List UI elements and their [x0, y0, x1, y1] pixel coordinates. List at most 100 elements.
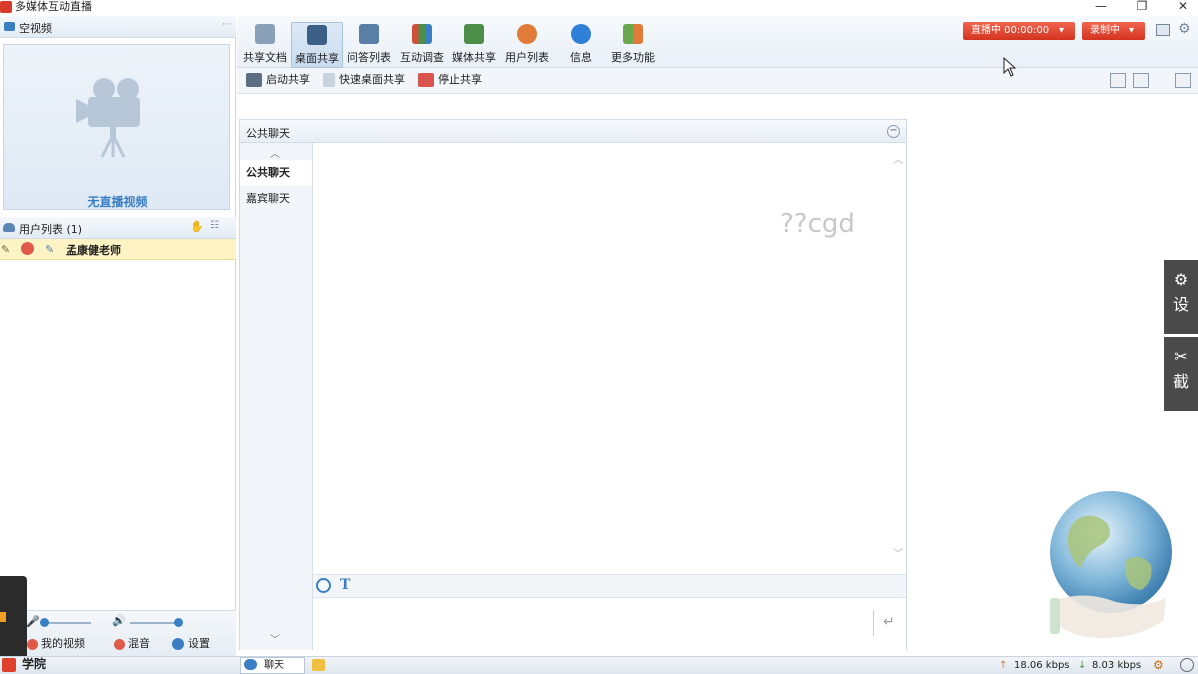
globe-in-hand-icon	[1050, 491, 1172, 639]
layout-icon[interactable]	[1156, 24, 1170, 36]
mic-volume-knob[interactable]	[40, 618, 49, 627]
toolbar-label: 桌面共享	[295, 52, 339, 65]
quick-share-label: 快速桌面共享	[339, 73, 405, 86]
camera-icon	[4, 22, 15, 31]
divider	[873, 610, 874, 636]
users-icon	[517, 24, 537, 44]
speaker-icon: 🔊	[112, 614, 126, 627]
hand-pointer-icon	[323, 73, 335, 87]
text-format-icon[interactable]: T	[340, 577, 350, 593]
overlay-side-tab[interactable]	[0, 576, 27, 662]
toolbar-label: 信息	[570, 51, 592, 64]
mix-label: 混音	[128, 637, 150, 650]
fullscreen-icon[interactable]	[1175, 73, 1191, 88]
qa-list-icon	[359, 24, 379, 44]
my-video-button[interactable]: 我的视频	[27, 635, 85, 651]
upload-speed: 18.06 kbps	[1014, 660, 1070, 671]
chat-format-bar: T	[313, 574, 906, 598]
info-icon	[571, 24, 591, 44]
document-icon	[255, 24, 275, 44]
gear-icon	[172, 638, 184, 650]
close-button[interactable]: ✕	[1168, 0, 1198, 14]
toolbar-label: 共享文档	[243, 51, 287, 64]
toolbar-info[interactable]: 信息	[555, 22, 607, 68]
speaker-volume-knob[interactable]	[174, 618, 183, 627]
toolbar-survey[interactable]: 互动调查	[396, 22, 448, 68]
panel-collapse-icon[interactable]: ⋯	[222, 19, 232, 30]
network-gear-icon[interactable]: ⚙	[1153, 658, 1164, 672]
users-icon	[3, 223, 15, 232]
toolbar-desktop-share[interactable]: 桌面共享	[291, 22, 343, 68]
toolbar-qa-list[interactable]: 问答列表	[343, 22, 395, 68]
record-status-text: 录制中	[1090, 25, 1120, 36]
toolbar-label: 媒体共享	[452, 51, 496, 64]
toolbar-more[interactable]: 更多功能	[607, 22, 659, 68]
chat-header: 公共聊天 −	[240, 120, 906, 143]
toolbar-label: 互动调查	[400, 51, 444, 64]
start-share-button[interactable]: 启动共享	[246, 72, 310, 88]
tab-public-chat[interactable]: 公共聊天	[240, 160, 312, 186]
folder-icon[interactable]	[312, 659, 325, 671]
overlay-arrow-icon	[0, 612, 6, 622]
scroll-down-icon[interactable]: ﹀	[893, 545, 903, 560]
live-status-text: 直播中 00:00:00	[971, 25, 1050, 36]
upload-arrow-icon: ↑	[999, 660, 1008, 671]
toolbar-label: 问答列表	[347, 51, 391, 64]
chevron-down-icon: ▾	[1059, 25, 1065, 36]
chat-panel: 公共聊天 − ︿ 公共聊天 嘉宾聊天 ﹀ ??cgd ︿ ﹀ T ↵	[239, 119, 907, 650]
gear-icon[interactable]: ⚙	[1178, 21, 1191, 37]
gear-icon: ⚙	[1173, 270, 1189, 289]
chevron-down-icon: ▾	[1129, 25, 1135, 36]
settings-button[interactable]: 设置	[172, 635, 210, 651]
settings-label: 设置	[188, 637, 210, 650]
help-icon[interactable]	[1180, 658, 1194, 672]
toolbar-share-doc[interactable]: 共享文档	[239, 22, 291, 68]
live-status-button[interactable]: 直播中 00:00:00 ▾	[963, 22, 1075, 40]
desktop-share-icon	[307, 25, 327, 45]
minimize-button[interactable]: —	[1086, 0, 1116, 14]
window-title: 多媒体互动直播	[15, 0, 92, 13]
tab-guest-chat[interactable]: 嘉宾聊天	[240, 186, 312, 212]
mix-button[interactable]: 混音	[114, 635, 150, 651]
user-row[interactable]: ✎ ✎ 孟康健老师	[0, 239, 236, 260]
scroll-up-icon[interactable]: ︿	[893, 151, 903, 166]
record-status-button[interactable]: 录制中 ▾	[1082, 22, 1145, 40]
chat-input[interactable]: ↵	[313, 598, 906, 650]
mic-icon[interactable]: ✎	[1, 243, 10, 256]
stop-share-button[interactable]: 停止共享	[418, 72, 482, 88]
chat-bubble-icon	[244, 659, 257, 670]
fit-screen-icon[interactable]	[1110, 73, 1126, 88]
scroll-down-icon[interactable]: ﹀	[270, 631, 280, 646]
quick-share-button[interactable]: 快速桌面共享	[323, 72, 405, 88]
raise-hand-icon[interactable]: ✋	[190, 220, 204, 233]
user-list-header: 用户列表 (1) ✋ ☷	[0, 217, 236, 239]
mic-volume-slider[interactable]	[43, 622, 91, 624]
toolbar-media-share[interactable]: 媒体共享	[448, 22, 500, 68]
scissors-icon: ✂	[1174, 347, 1188, 366]
toolbar-user-list[interactable]: 用户列表	[501, 22, 553, 68]
restore-button[interactable]: ❐	[1127, 0, 1157, 14]
stop-share-icon	[418, 73, 434, 87]
side-tab-screenshot[interactable]: ✂ 截	[1164, 337, 1198, 411]
video-off-icon[interactable]	[21, 242, 34, 255]
scroll-up-icon[interactable]: ︿	[270, 145, 280, 160]
chat-tab-list: ︿ 公共聊天 嘉宾聊天 ﹀	[240, 143, 313, 650]
emoji-icon[interactable]	[316, 578, 331, 593]
video-area: 无直播视频	[3, 44, 230, 210]
more-apps-icon	[623, 24, 643, 44]
speaker-volume-slider[interactable]	[130, 622, 178, 624]
chat-header-title: 公共聊天	[246, 127, 290, 140]
survey-chart-icon	[412, 24, 432, 44]
side-tab-settings-label: 设	[1172, 295, 1189, 314]
send-enter-icon[interactable]: ↵	[883, 614, 895, 630]
download-speed: 8.03 kbps	[1092, 660, 1142, 671]
presenter-icon: ✎	[45, 243, 55, 256]
grid-view-icon[interactable]	[1133, 73, 1149, 88]
left-bottom-controls: 🎤 🔊 我的视频 混音 设置	[0, 610, 236, 656]
watermark-text: ??cgd	[780, 209, 855, 239]
toolbar-label: 更多功能	[611, 51, 655, 64]
toolbar-label: 用户列表	[505, 51, 549, 64]
side-tab-settings[interactable]: ⚙ 设	[1164, 260, 1198, 334]
collapse-icon[interactable]: −	[887, 125, 900, 138]
user-tools-icon[interactable]: ☷	[210, 220, 219, 231]
